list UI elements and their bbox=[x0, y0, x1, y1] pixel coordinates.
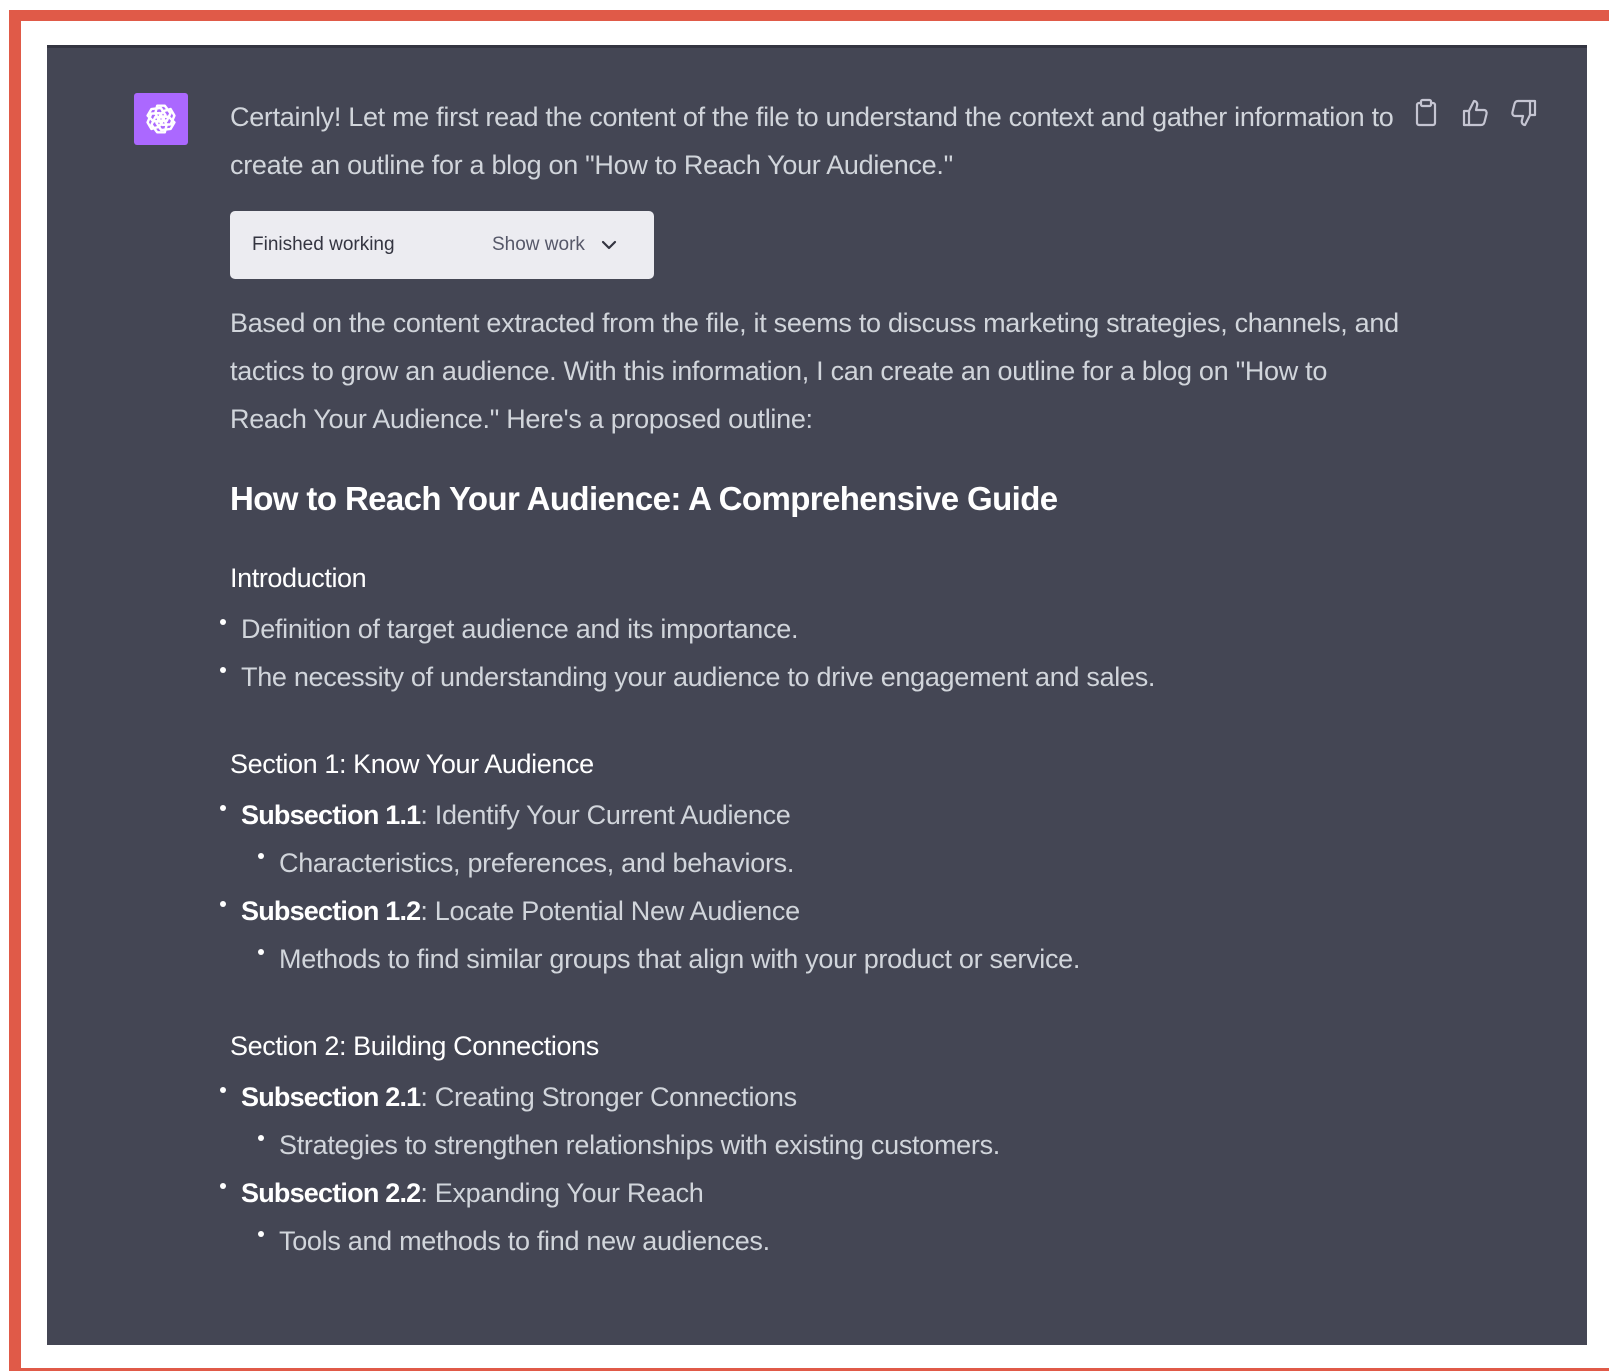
section-1-list: Subsection 1.1: Identify Your Current Au… bbox=[220, 791, 1400, 983]
thumbs-down-icon bbox=[1511, 99, 1537, 127]
assistant-message: Certainly! Let me first read the content… bbox=[220, 93, 1400, 1265]
section-2-list: Subsection 2.1: Creating Stronger Connec… bbox=[220, 1073, 1400, 1265]
subsection-label: Subsection 2.2 bbox=[241, 1178, 421, 1208]
chevron-down-icon[interactable] bbox=[601, 239, 617, 251]
assistant-message-row: Certainly! Let me first read the content… bbox=[47, 45, 1587, 1345]
work-status-label: Finished working bbox=[252, 234, 395, 255]
subsection-text: : Locate Potential New Audience bbox=[420, 896, 800, 926]
subsection-details: Tools and methods to find new audiences. bbox=[230, 1217, 1400, 1265]
list-item: Methods to find similar groups that alig… bbox=[230, 935, 1400, 983]
list-item: Characteristics, preferences, and behavi… bbox=[230, 839, 1400, 887]
subsection-label: Subsection 1.1 bbox=[241, 800, 421, 830]
show-work-toggle[interactable]: Show work bbox=[492, 234, 585, 256]
list-item: Strategies to strengthen relationships w… bbox=[230, 1121, 1400, 1169]
subsection-text: : Expanding Your Reach bbox=[420, 1178, 704, 1208]
subsection-item: Subsection 1.1: Identify Your Current Au… bbox=[220, 791, 1400, 839]
section-1-title: Section 1: Know Your Audience bbox=[230, 749, 594, 779]
introduction-list: Definition of target audience and its im… bbox=[220, 605, 1400, 701]
subsection-text: : Creating Stronger Connections bbox=[420, 1082, 797, 1112]
thumbs-up-icon bbox=[1462, 99, 1488, 127]
introduction-title: Introduction bbox=[230, 563, 367, 593]
work-status-box[interactable]: Finished working Show work bbox=[230, 211, 654, 279]
openai-logo-icon bbox=[146, 104, 176, 134]
message-actions bbox=[1412, 98, 1538, 128]
subsection-item: Subsection 1.2: Locate Potential New Aud… bbox=[220, 887, 1400, 935]
subsection-label: Subsection 2.1 bbox=[241, 1082, 421, 1112]
copy-button[interactable] bbox=[1412, 98, 1440, 128]
subsection-details: Strategies to strengthen relationships w… bbox=[230, 1121, 1400, 1169]
subsection-item: Subsection 2.1: Creating Stronger Connec… bbox=[220, 1073, 1400, 1121]
intro-paragraph: Certainly! Let me first read the content… bbox=[230, 102, 1394, 180]
subsection-details: Methods to find similar groups that alig… bbox=[230, 935, 1400, 983]
subsection-text: : Identify Your Current Audience bbox=[420, 800, 791, 830]
outline-heading: How to Reach Your Audience: A Comprehens… bbox=[230, 480, 1058, 517]
summary-paragraph: Based on the content extracted from the … bbox=[230, 308, 1399, 434]
assistant-avatar bbox=[134, 93, 188, 145]
clipboard-icon bbox=[1415, 98, 1437, 127]
section-2-title: Section 2: Building Connections bbox=[230, 1031, 599, 1061]
subsection-label: Subsection 1.2 bbox=[241, 896, 421, 926]
list-item: Tools and methods to find new audiences. bbox=[230, 1217, 1400, 1265]
list-item: The necessity of understanding your audi… bbox=[220, 653, 1400, 701]
subsection-item: Subsection 2.2: Expanding Your Reach bbox=[220, 1169, 1400, 1217]
list-item: Definition of target audience and its im… bbox=[220, 605, 1400, 653]
subsection-details: Characteristics, preferences, and behavi… bbox=[230, 839, 1400, 887]
thumbs-down-button[interactable] bbox=[1510, 98, 1538, 128]
thumbs-up-button[interactable] bbox=[1461, 98, 1489, 128]
